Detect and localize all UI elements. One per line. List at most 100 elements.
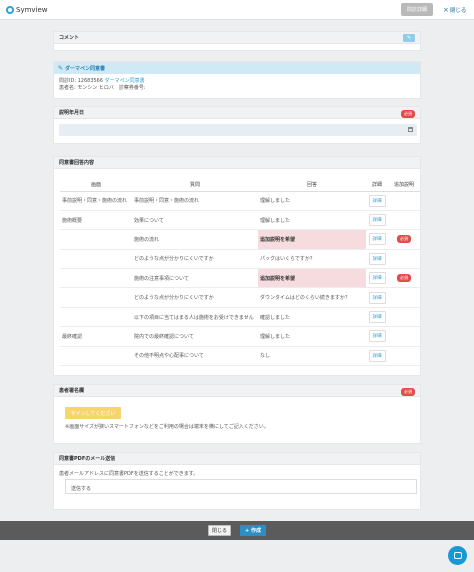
close-icon: × xyxy=(443,6,449,14)
create-button[interactable]: + 作成 xyxy=(240,525,266,536)
explained-date-header: 説明年月日 必須 xyxy=(54,107,420,119)
table-row: その他不明点や心配事について なし 詳細 xyxy=(60,346,420,367)
cell-extra xyxy=(388,346,420,367)
cell-answer: 追加説明を希望 xyxy=(258,229,366,250)
signature-title: 患者署名欄 xyxy=(59,388,85,394)
cell-question: その他不明点や心配事について xyxy=(132,346,258,367)
detail-button[interactable]: 詳細 xyxy=(368,214,386,227)
consent-table-body: 事前説明・同意・施術の流れ 事前説明・同意・施術の流れ 理解しました 詳細 施術概要 効果… xyxy=(60,191,420,367)
edit-comment-button[interactable]: ✎ xyxy=(403,34,415,42)
required-tag: 必須 xyxy=(397,274,411,283)
detail-button[interactable]: 詳細 xyxy=(368,291,386,304)
cell-extra: 必須 xyxy=(388,268,420,289)
detail-button[interactable]: 詳細 xyxy=(368,330,386,343)
cell-answer: 確認しました xyxy=(258,307,366,328)
pencil-icon: ✎ xyxy=(406,35,412,41)
close-label: 閉じる xyxy=(449,8,467,14)
explained-date-input[interactable] xyxy=(59,124,417,136)
table-row: 最終確認 院内での最終確認について 理解しました 詳細 xyxy=(60,326,420,347)
footer-close-button[interactable]: 閉じる xyxy=(208,525,231,536)
cell-extra xyxy=(388,249,420,270)
cell-screen xyxy=(60,307,132,328)
cell-detail: 詳細 xyxy=(366,268,388,289)
questionnaire-id-line: 問診ID: 12683566 ダーマペン同意書 xyxy=(59,78,415,85)
cell-answer: 理解しました xyxy=(258,326,366,347)
detail-button[interactable]: 詳細 xyxy=(368,349,386,362)
edit-square-icon: ✎ xyxy=(58,64,64,72)
chat-icon xyxy=(453,552,462,559)
header-extra: 追加説明 xyxy=(388,179,420,192)
consent-card: 同意書回答内容 画面 質問 回答 詳細 追加説明 事前説明・同意・施術の流れ 事前… xyxy=(53,156,421,376)
cell-question: 施術の注意事項について xyxy=(132,268,258,289)
explained-date-card: 説明年月日 必須 xyxy=(53,106,421,144)
required-badge: 必須 xyxy=(401,110,415,118)
brand: Symview xyxy=(6,6,48,14)
cell-extra xyxy=(388,191,420,211)
questionnaire-body: 問診ID: 12683566 ダーマペン同意書 患者名: モンシン ヒロバ 診察… xyxy=(54,74,420,96)
cell-answer: ダウンタイムはどのくらい続きますか？ xyxy=(258,287,366,308)
table-row: 施術の流れ 追加説明を希望 詳細 必須 xyxy=(60,229,420,250)
brand-name: Symview xyxy=(16,6,48,14)
pdf-email-card: 同意書PDFのメール送信 患者メールアドレスに同意書PDFを送信することができま… xyxy=(53,452,421,510)
pdf-email-description: 患者メールアドレスに同意書PDFを送信することができます。 xyxy=(59,471,199,477)
cell-answer: 追加説明を希望 xyxy=(258,268,366,289)
cell-extra xyxy=(388,287,420,308)
detail-button[interactable]: 詳細 xyxy=(368,194,386,207)
header-answer: 回答 xyxy=(258,179,366,192)
close-button-top[interactable]: × 閉じる xyxy=(443,6,466,14)
comment-card: コメント ✎ xyxy=(53,31,421,51)
consent-header: 同意書回答内容 xyxy=(54,157,420,169)
cell-detail: 詳細 xyxy=(366,346,388,367)
cell-answer: パックはいくらですか？ xyxy=(258,249,366,270)
question-detail-button[interactable]: 問診詳細 xyxy=(401,3,433,16)
detail-button[interactable]: 詳細 xyxy=(368,233,386,246)
chat-button[interactable] xyxy=(448,546,467,565)
cell-screen: 事前説明・同意・施術の流れ xyxy=(60,191,132,211)
detail-button[interactable]: 詳細 xyxy=(368,272,386,285)
pdf-email-header: 同意書PDFのメール送信 xyxy=(54,453,420,465)
cell-extra xyxy=(388,326,420,347)
detail-button[interactable]: 詳細 xyxy=(368,311,386,324)
cell-question: 施術の流れ xyxy=(132,229,258,250)
questionnaire-link[interactable]: ダーマペン同意書 xyxy=(105,78,145,84)
cell-screen: 最終確認 xyxy=(60,326,132,347)
cell-detail: 詳細 xyxy=(366,191,388,211)
cell-screen xyxy=(60,346,132,367)
send-button[interactable]: 送信する xyxy=(71,485,91,492)
cell-screen: 施術概要 xyxy=(60,210,132,231)
required-tag: 必須 xyxy=(397,235,411,244)
questionnaire-header: ✎ ダーマペン同意書 xyxy=(54,62,420,74)
comment-header: コメント ✎ xyxy=(54,32,420,44)
calendar-icon[interactable] xyxy=(408,127,413,132)
cell-detail: 詳細 xyxy=(366,210,388,231)
cell-question: 効果について xyxy=(132,210,258,231)
detail-button[interactable]: 詳細 xyxy=(368,252,386,265)
cell-detail: 詳細 xyxy=(366,287,388,308)
top-bar: Symview 問診詳細 × 閉じる xyxy=(0,0,474,20)
cell-answer: 理解しました xyxy=(258,191,366,211)
pdf-send-box[interactable]: 送信する xyxy=(65,479,417,494)
cell-detail: 詳細 xyxy=(366,249,388,270)
questionnaire-card: ✎ ダーマペン同意書 問診ID: 12683566 ダーマペン同意書 患者名: … xyxy=(53,61,421,99)
table-row: 以下の項目に当てはまる人は施術をお受けできません 確認しました 詳細 xyxy=(60,307,420,328)
cell-question: 以下の項目に当てはまる人は施術をお受けできません xyxy=(132,307,258,328)
sign-button[interactable]: サインしてください xyxy=(65,407,121,419)
header-detail: 詳細 xyxy=(366,179,388,192)
table-row: 事前説明・同意・施術の流れ 事前説明・同意・施術の流れ 理解しました 詳細 xyxy=(60,191,420,211)
signature-note: ※画面サイズが狭いスマートフォンなどをご利用の場合は端末を横にしてご記入ください… xyxy=(65,424,269,430)
header-screen: 画面 xyxy=(60,179,132,192)
questionnaire-title: ダーマペン同意書 xyxy=(65,65,106,72)
cell-screen xyxy=(60,249,132,270)
cell-question: 事前説明・同意・施術の流れ xyxy=(132,191,258,211)
cell-screen xyxy=(60,229,132,250)
symview-logo-icon xyxy=(6,6,14,14)
comment-title: コメント xyxy=(59,35,80,41)
cell-screen xyxy=(60,268,132,289)
cell-detail: 詳細 xyxy=(366,326,388,347)
table-row: 施術概要 効果について 理解しました 詳細 xyxy=(60,210,420,231)
cell-question: 院内での最終確認について xyxy=(132,326,258,347)
questionnaire-id: 問診ID: 12683566 xyxy=(59,78,104,84)
cell-detail: 詳細 xyxy=(366,307,388,328)
table-row: どのような点が分かりにくいですか ダウンタイムはどのくらい続きますか？ 詳細 xyxy=(60,287,420,308)
pdf-email-title: 同意書PDFのメール送信 xyxy=(59,456,116,462)
